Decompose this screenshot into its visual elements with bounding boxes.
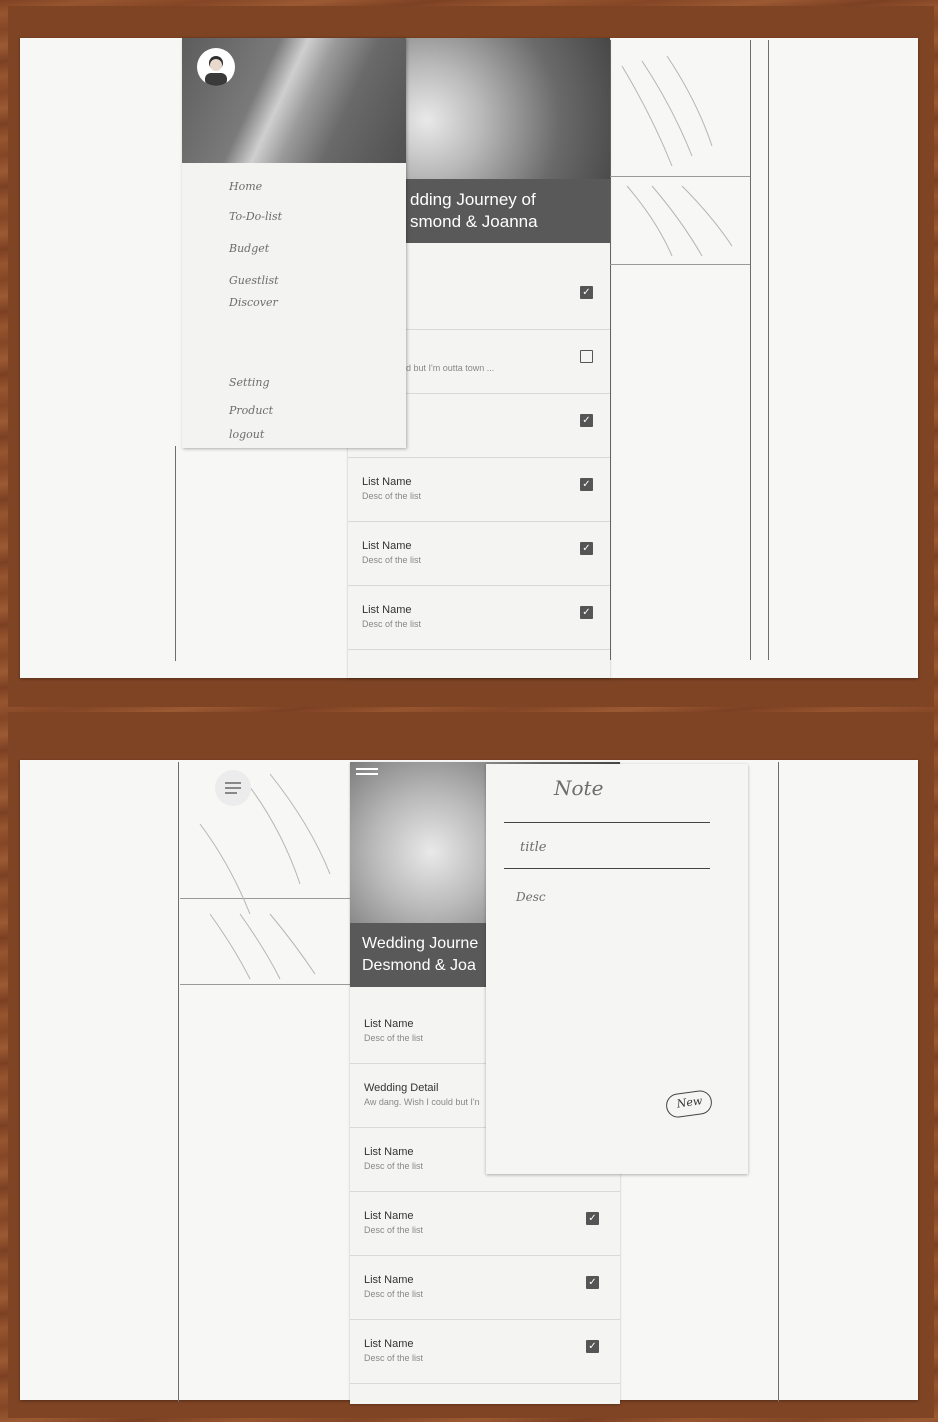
list-item[interactable]: List Name Desc of the list ✓ [348,586,610,650]
hamburger-icon[interactable] [356,768,380,780]
user-avatar-icon[interactable] [197,48,235,86]
pencil-sketch-scribbles [612,46,750,261]
list-item-desc: Desc of the list [362,555,422,565]
frame-line [750,40,751,660]
drawer-item-discover[interactable]: Discover [229,296,278,309]
drawer-item-setting[interactable]: Setting [229,376,270,389]
list-item-desc: Aw dang. Wish I could but I'n [364,1097,480,1107]
checked-checkbox-icon[interactable]: ✓ [580,414,593,427]
frame-line [768,40,769,660]
frame-line [778,762,779,1402]
divider [504,822,710,823]
checked-checkbox-icon[interactable]: ✓ [586,1340,599,1353]
frame-line [178,762,179,1402]
list-item-desc: Desc of the list [362,491,422,501]
note-title-field[interactable]: title [520,840,546,855]
frame-line [175,446,176,661]
drawer-header [182,38,406,163]
list-item-name: List Name [362,604,412,616]
list-item-desc: Desc of the list [362,619,422,629]
checked-checkbox-icon[interactable]: ✓ [580,606,593,619]
list-item-name: List Name [364,1274,414,1286]
new-note-button-label: New [676,1094,704,1111]
list-item-name: List Name [364,1018,414,1030]
list-item-desc: Desc of the list [364,1225,424,1235]
list-item[interactable]: List Name Desc of the list ✓ [350,1192,620,1256]
checked-checkbox-icon[interactable]: ✓ [586,1276,599,1289]
note-desc-field[interactable]: Desc [516,890,546,904]
checked-checkbox-icon[interactable]: ✓ [586,1212,599,1225]
list-item[interactable]: List Name Desc of the list ✓ [350,1320,620,1384]
drawer-item-budget[interactable]: Budget [229,242,269,255]
list-item-desc: Desc of the list [364,1033,424,1043]
checked-checkbox-icon[interactable]: ✓ [580,478,593,491]
divider [504,868,710,869]
list-item-name: List Name [362,540,412,552]
list-item-name: List Name [364,1146,414,1158]
list-item[interactable]: List Name Desc of the list ✓ [348,458,610,522]
note-heading: Note [554,776,604,800]
list-item-name: List Name [364,1210,414,1222]
frame-line [610,264,750,265]
list-item-name: List Name [362,476,412,488]
list-item-name: List Name [364,1338,414,1350]
unchecked-checkbox-icon[interactable] [580,350,593,363]
checked-checkbox-icon[interactable]: ✓ [580,542,593,555]
note-dialog: Note title Desc New [486,764,748,1174]
bottom-prototype-photo: Wedding Journe Desmond & Joa List Name De… [8,712,934,1418]
list-item[interactable]: List Name Desc of the list ✓ [350,1256,620,1320]
list-item-desc: Desc of the list [364,1353,424,1363]
drawer-item-logout[interactable]: logout [229,428,264,441]
top-prototype-photo: dding Journey of smond & Joanna ee list✓… [8,6,934,707]
hamburger-menu-button[interactable] [215,770,251,806]
drawer-item-guestlist[interactable]: Guestlist [229,274,279,287]
list-item-name: Wedding Detail [364,1082,439,1094]
list-item-desc: Desc of the list [364,1289,424,1299]
frame-line [610,40,611,660]
drawer-item-product[interactable]: Product [229,404,273,417]
pencil-sketch-scribbles [180,764,348,984]
list-item-desc: Desc of the list [364,1161,424,1171]
navigation-drawer: Home To-Do-list Budget Guestlist Discover Set… [182,38,406,448]
drawer-item-to-do-list[interactable]: To-Do-list [229,210,282,223]
new-note-button[interactable]: New [664,1088,714,1120]
list-item[interactable]: List Name Desc of the list ✓ [348,522,610,586]
checked-checkbox-icon[interactable]: ✓ [580,286,593,299]
drawer-item-home[interactable]: Home [229,180,262,193]
frame-line [180,984,350,985]
